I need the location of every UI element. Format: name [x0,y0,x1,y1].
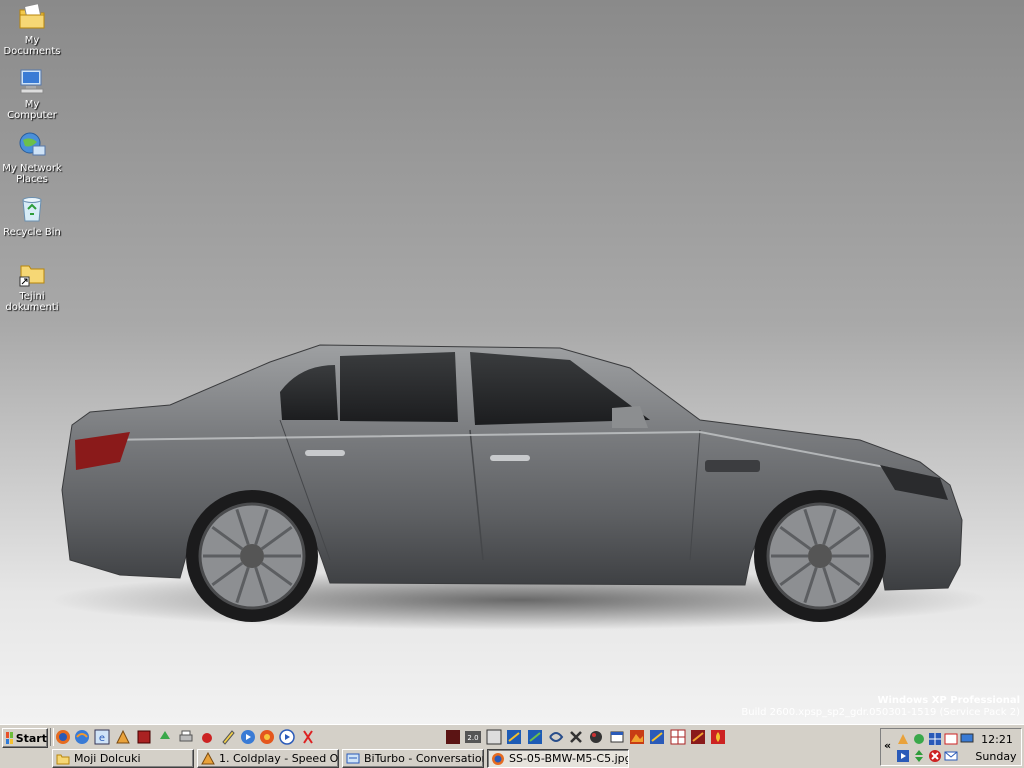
tray-stop-icon[interactable] [928,749,942,763]
svg-text:e: e [99,733,105,744]
task-label: BiTurbo - Conversation [364,752,484,765]
tray-expand-button[interactable]: « [884,739,891,752]
nfs2-icon[interactable] [527,729,543,745]
windows-version-watermark: Windows XP Professional Build 2600.xpsp_… [741,695,1020,719]
firefox-icon [492,752,504,765]
nfs-icon[interactable] [506,729,522,745]
desktop-icon-label: My Computer [7,99,57,121]
desktop-icon-my-documents[interactable]: My Documents [1,2,63,57]
desktop-icon-label-2: dokumenti [5,302,59,313]
firefox-icon[interactable] [55,729,71,745]
spider-icon[interactable] [199,729,215,745]
pencil-icon[interactable] [220,729,236,745]
tray-mail-icon[interactable] [944,749,958,763]
desktop-icon-label: Recycle Bin [3,227,61,238]
task-button-biturbo-conversation[interactable]: BiTurbo - Conversation [342,749,484,768]
tray-grid-icon[interactable] [928,732,942,746]
car-window-front-door-rear [340,352,458,422]
media-icon[interactable] [240,729,256,745]
ball-icon[interactable] [588,729,604,745]
desktop: My Documents My Computer My Network Plac… [0,0,1024,724]
gtr-icon[interactable] [486,729,502,745]
badge-2-0-icon[interactable]: 2.0 [465,729,481,745]
desktop-icon-tejini-dokumenti[interactable]: Tejini dokumenti [1,258,63,313]
desktop-icon-my-computer[interactable]: My Computer [1,66,63,121]
ie-icon[interactable]: e [94,729,110,745]
system-tray: « 12:21 Sunday [880,728,1022,766]
toolbar-separator [50,728,54,746]
flame-icon[interactable] [710,729,726,745]
bmw-wallpaper [50,344,990,630]
task-button-ss-05-bmw-m5-c5[interactable]: SS-05-BMW-M5-C5.jpg (... [487,749,629,768]
start-button[interactable]: Start [2,728,48,748]
msn-icon[interactable] [649,729,665,745]
task-label: 1. Coldplay - Speed Of S... [219,752,339,765]
winamp-icon[interactable] [115,729,131,745]
taskbar: Start e 2.0 Moji Dolcuki 1. Coldplay - S… [0,724,1024,768]
recycle-icon[interactable] [157,729,173,745]
folder-shortcut-icon [19,265,45,287]
task-button-coldplay[interactable]: 1. Coldplay - Speed Of S... [197,749,339,768]
tray-play-icon[interactable] [896,749,910,763]
printer-icon[interactable] [178,729,194,745]
watermark-title: Windows XP Professional [877,695,1020,706]
chat-icon [346,753,360,763]
start-label: Start [15,731,47,745]
tray-flag-icon[interactable] [944,732,958,746]
window-icon[interactable] [609,729,625,745]
browser-icon[interactable] [74,729,90,745]
grid-icon[interactable] [670,729,686,745]
windows-flag-icon [6,732,13,744]
desktop-icon-my-network-places[interactable]: My Network Places [1,130,63,185]
swirl-icon[interactable] [548,729,564,745]
cross-icon[interactable] [568,729,584,745]
watermark-build: Build 2600.xpsp_sp2_gdr.050301-1519 (Ser… [741,707,1020,718]
x-icon[interactable] [300,729,316,745]
tray-updown-icon[interactable] [912,749,926,763]
desktop-icon-label: My [24,35,40,46]
winamp-icon [201,751,215,764]
play-icon[interactable] [279,729,295,745]
player-icon[interactable] [259,729,275,745]
desktop-icon-label: My Network [2,163,62,174]
desktop-icon-label-2: Documents [3,46,61,57]
nfs3-icon[interactable] [690,729,706,745]
tray-app-icon-1[interactable] [896,732,910,746]
folder-docs-icon [19,3,45,29]
network-icon [19,132,46,156]
folder-icon [56,754,70,764]
recycle-bin-icon [22,197,42,222]
tray-monitor-icon[interactable] [960,732,974,746]
desktop-icon-label: Tejini [19,291,45,302]
tray-network-icon[interactable] [912,732,926,746]
mountain-icon[interactable] [629,729,645,745]
task-label: SS-05-BMW-M5-C5.jpg (... [509,752,629,765]
computer-icon [20,69,44,94]
task-button-moji-dolcuki[interactable]: Moji Dolcuki [52,749,194,768]
clock-day: Sunday [975,750,1017,763]
svg-text:2.0: 2.0 [467,734,478,742]
desktop-icon-label-2: Places [16,174,48,185]
task-label: Moji Dolcuki [74,752,141,765]
game-icon[interactable] [136,729,152,745]
app-icon[interactable] [445,729,461,745]
desktop-icon-recycle-bin[interactable]: Recycle Bin [1,194,63,238]
clock-time[interactable]: 12:21 [977,733,1017,746]
